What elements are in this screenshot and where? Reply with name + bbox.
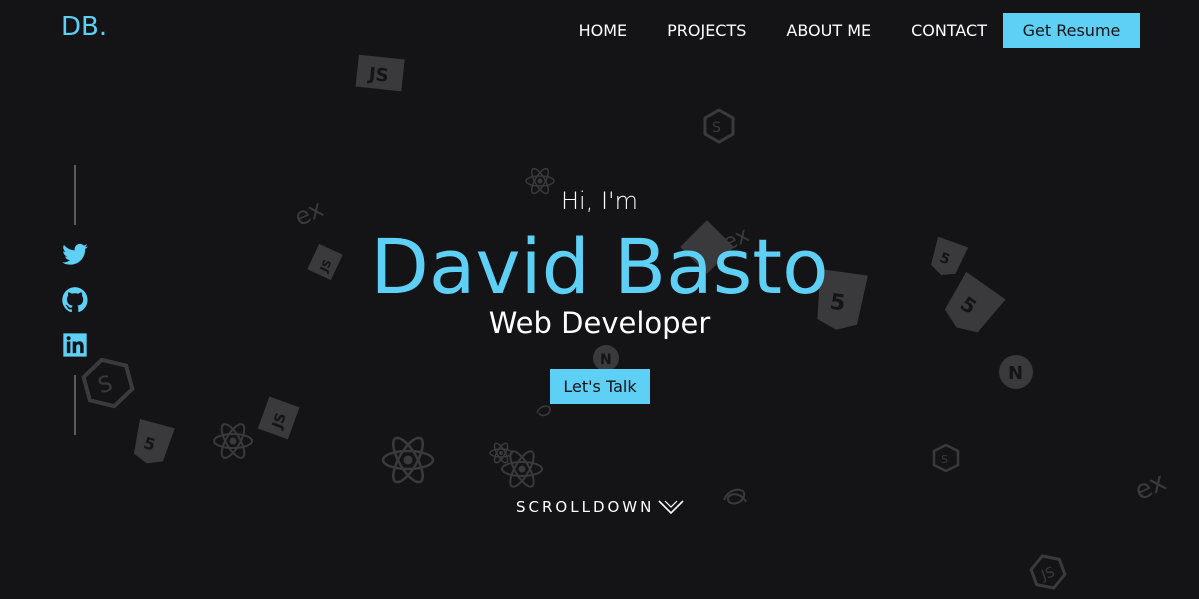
svg-text:S: S — [712, 120, 721, 136]
svg-text:5: 5 — [142, 433, 158, 454]
site-logo[interactable]: DB. — [61, 12, 107, 42]
nodejs-icon: S — [81, 357, 135, 409]
express-icon: ex — [1130, 467, 1171, 507]
svg-text:N: N — [1008, 363, 1023, 384]
javascript-icon: JS — [355, 54, 405, 92]
get-resume-button[interactable]: Get Resume — [1003, 13, 1140, 48]
nav-contact-link[interactable]: CONTACT — [911, 13, 987, 48]
main-nav: HOME PROJECTS ABOUT ME CONTACT Get Resum… — [579, 13, 1140, 48]
hero-role: Web Developer — [488, 306, 711, 340]
nextjs-icon: N — [999, 355, 1033, 389]
nodejs-icon: S — [703, 108, 735, 144]
react-icon — [381, 436, 435, 484]
hero-name: David Basto — [370, 222, 829, 311]
scroll-down-label: SCROLLDOWN — [516, 498, 655, 516]
nav-projects-link[interactable]: PROJECTS — [667, 13, 746, 48]
hero-greeting: Hi, I'm — [560, 187, 639, 215]
react-icon — [213, 423, 253, 459]
svg-text:JS: JS — [1038, 564, 1057, 584]
nodejs-icon: S — [932, 443, 960, 473]
svg-text:ex: ex — [1130, 467, 1171, 507]
html5-icon: 5 — [133, 419, 175, 464]
svg-text:JS: JS — [269, 411, 290, 432]
sidebar-line-bottom — [74, 375, 76, 435]
nodejs-icon: JS — [1029, 554, 1067, 590]
nav-home-link[interactable]: HOME — [579, 13, 628, 48]
svg-text:S: S — [95, 371, 115, 399]
react-icon — [501, 450, 543, 488]
sass-icon — [723, 488, 747, 505]
svg-text:N: N — [600, 352, 612, 368]
chevron-down-icon — [658, 500, 684, 515]
nextjs-icon: N — [593, 345, 619, 371]
lets-talk-button[interactable]: Let's Talk — [550, 369, 650, 404]
react-icon — [489, 442, 513, 464]
svg-text:S: S — [941, 453, 948, 466]
javascript-icon: JS — [257, 396, 300, 440]
nav-about-link[interactable]: ABOUT ME — [786, 13, 871, 48]
svg-text:JS: JS — [366, 64, 390, 87]
scroll-down-indicator[interactable]: SCROLLDOWN — [516, 498, 684, 516]
